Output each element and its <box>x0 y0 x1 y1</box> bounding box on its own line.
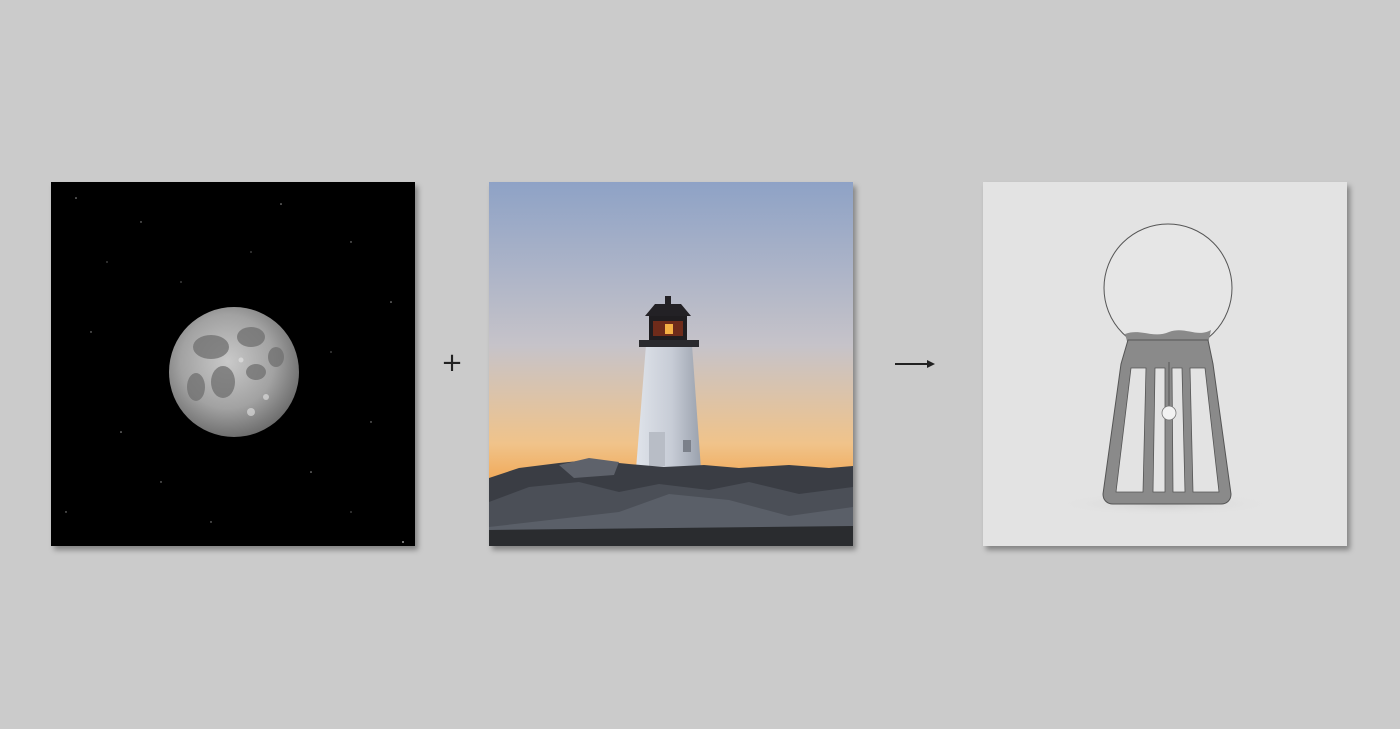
lighthouse-photo <box>489 182 853 546</box>
right-arrow-icon <box>893 355 937 373</box>
moon-photo <box>51 182 415 546</box>
full-moon-icon <box>51 182 415 546</box>
lamp-render <box>983 182 1347 546</box>
lighthouse-icon <box>489 182 853 546</box>
plus-sign: + <box>441 348 463 378</box>
lamp-icon <box>983 182 1347 546</box>
